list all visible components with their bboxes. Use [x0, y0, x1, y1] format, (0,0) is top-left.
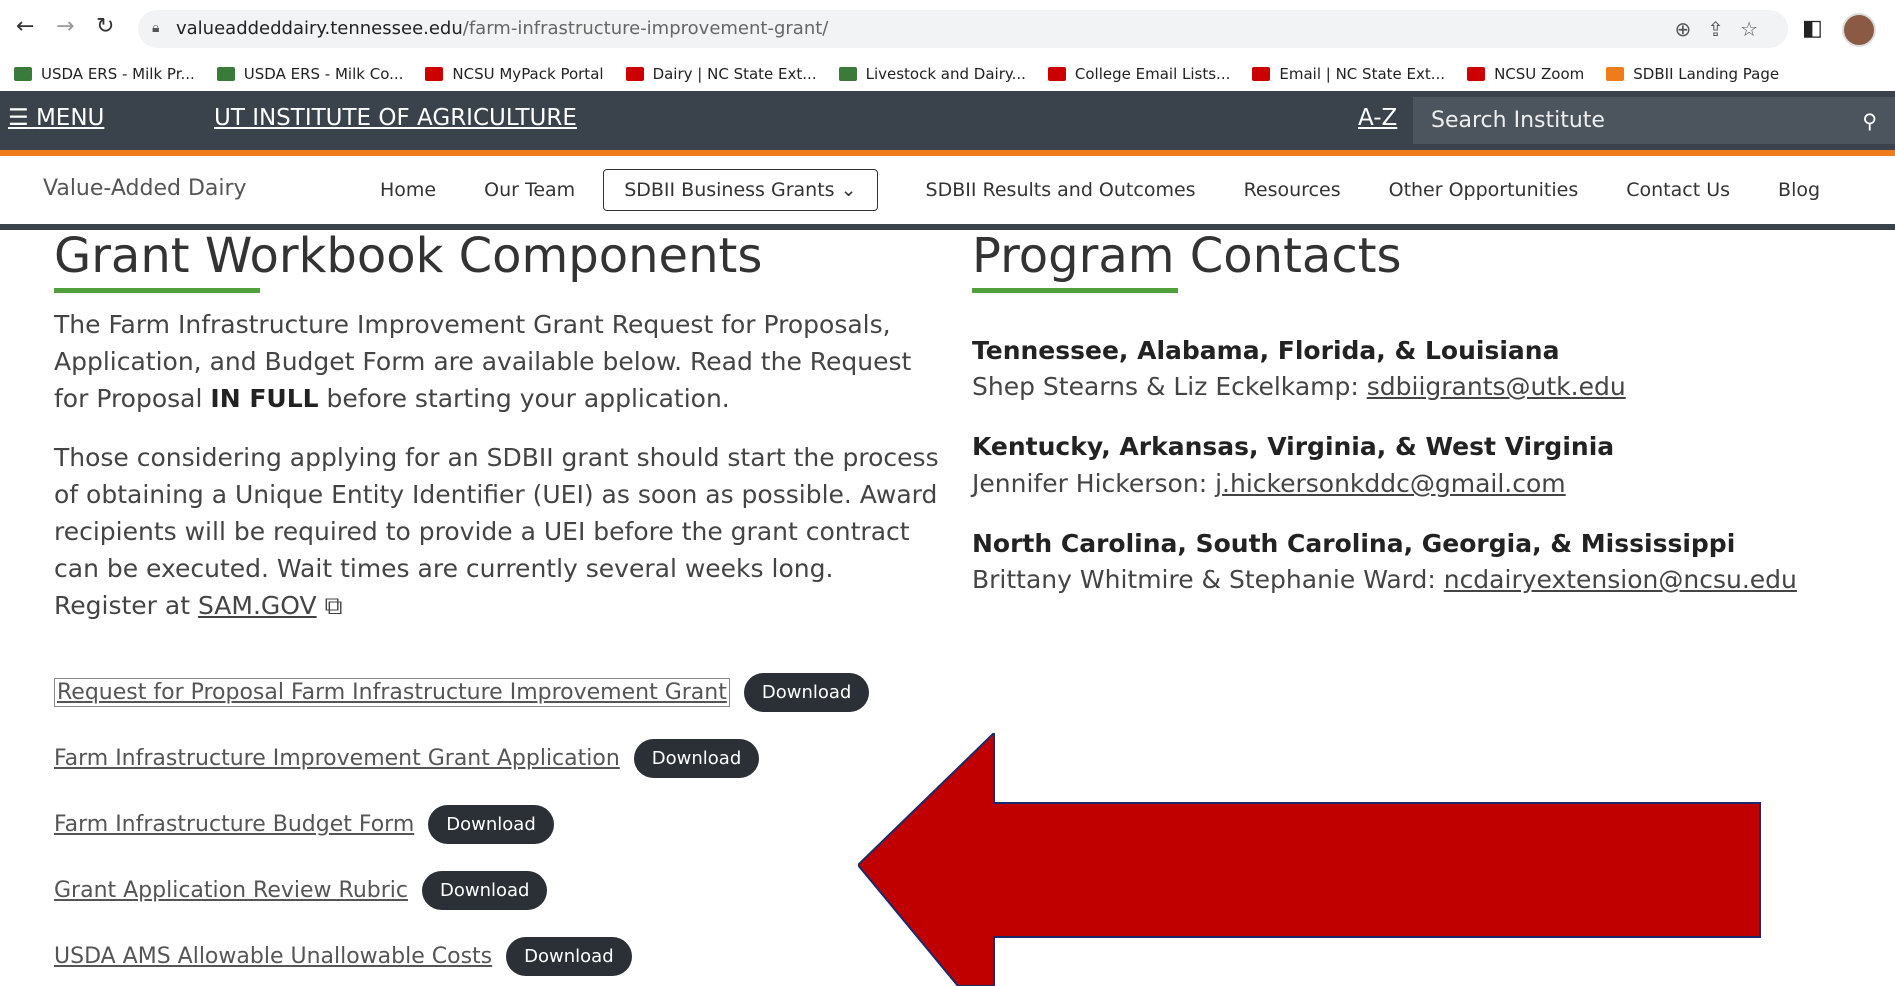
- bookmark[interactable]: SDBII Landing Page: [1606, 65, 1779, 83]
- url-text[interactable]: valueaddeddairy.tennessee.edu/farm-infra…: [176, 18, 828, 39]
- intro-paragraph: The Farm Infrastructure Improvement Gran…: [54, 310, 912, 413]
- hamburger-icon: ☰: [8, 105, 29, 131]
- zoom-icon[interactable]: ⊕: [1675, 17, 1708, 41]
- contact-region: Kentucky, Arkansas, Virginia, & West Vir…: [972, 432, 1615, 461]
- sam-gov-link[interactable]: SAM.GOV: [198, 591, 317, 620]
- costs-link[interactable]: USDA AMS Allowable Unallowable Costs: [54, 944, 492, 969]
- bookmark[interactable]: USDA ERS - Milk Co...: [216, 65, 403, 83]
- wolf-icon: [1047, 67, 1066, 81]
- external-link-icon: ⧉: [316, 591, 343, 620]
- contact-people: Shep Stearns & Liz Eckelkamp: sdbiigrant…: [972, 372, 1626, 401]
- search-placeholder: Search Institute: [1431, 108, 1605, 133]
- heading-underline: [972, 288, 1178, 293]
- usda-icon: [838, 67, 857, 81]
- download-row: USDA AMS Allowable Unallowable Costs Dow…: [54, 937, 632, 976]
- contact-region: Tennessee, Alabama, Florida, & Louisiana: [972, 336, 1560, 365]
- usda-icon: [14, 67, 32, 81]
- rfp-link[interactable]: Request for Proposal Farm Infrastructure…: [54, 678, 730, 707]
- download-row: Grant Application Review Rubric Download: [54, 871, 548, 910]
- nav-results-outcomes[interactable]: SDBII Results and Outcomes: [926, 179, 1196, 201]
- lock-icon: 🔒︎: [152, 20, 160, 36]
- budget-form-link[interactable]: Farm Infrastructure Budget Form: [54, 812, 414, 837]
- contacts-heading: Program Contacts: [972, 228, 1402, 284]
- nav-other-opportunities[interactable]: Other Opportunities: [1389, 179, 1579, 201]
- nav-sdbii-business-grants[interactable]: SDBII Business Grants ⌄: [603, 169, 878, 211]
- menu-button[interactable]: ☰ MENU: [8, 105, 104, 131]
- bookmark[interactable]: NCSU MyPack Portal: [425, 65, 604, 83]
- star-icon[interactable]: ☆: [1740, 17, 1774, 41]
- usda-icon: [216, 67, 235, 81]
- uei-paragraph: Those considering applying for an SDBII …: [54, 443, 939, 620]
- workbook-heading: Grant Workbook Components: [54, 228, 763, 284]
- share-icon[interactable]: ⇪: [1707, 17, 1740, 41]
- email-link[interactable]: j.hickersonkddc@gmail.com: [1215, 469, 1566, 498]
- contact-people: Brittany Whitmire & Stephanie Ward: ncda…: [972, 565, 1797, 594]
- wolf-icon: [1467, 67, 1486, 81]
- contact-region: North Carolina, South Carolina, Georgia,…: [972, 529, 1736, 558]
- site-navigation: Value-Added Dairy Home Our Team SDBII Bu…: [0, 156, 1895, 230]
- institute-topbar: ☰ MENU UT INSTITUTE OF AGRICULTURE A-Z S…: [0, 91, 1895, 150]
- bookmark[interactable]: College Email Lists...: [1047, 65, 1230, 83]
- address-bar[interactable]: 🔒︎ valueaddeddairy.tennessee.edu/farm-in…: [138, 10, 1788, 48]
- bookmarks-bar: USDA ERS - Milk Pr... USDA ERS - Milk Co…: [0, 57, 1895, 91]
- nav-our-team[interactable]: Our Team: [484, 179, 575, 201]
- bookmark[interactable]: NCSU Zoom: [1467, 65, 1584, 83]
- search-icon[interactable]: ⚲: [1862, 109, 1877, 133]
- nav-blog[interactable]: Blog: [1778, 179, 1820, 201]
- browser-toolbar: ← → ↻ 🔒︎ valueaddeddairy.tennessee.edu/f…: [0, 0, 1895, 57]
- bookmark[interactable]: USDA ERS - Milk Pr...: [14, 65, 195, 83]
- download-row: Farm Infrastructure Budget Form Download: [54, 805, 554, 844]
- rubric-link[interactable]: Grant Application Review Rubric: [54, 878, 408, 903]
- bookmark[interactable]: Email | NC State Ext...: [1252, 65, 1445, 83]
- application-link[interactable]: Farm Infrastructure Improvement Grant Ap…: [54, 746, 620, 771]
- side-panel-icon[interactable]: ◧: [1802, 16, 1823, 41]
- ut-icon: [1606, 67, 1625, 81]
- red-arrow-annotation: [858, 733, 1761, 986]
- ncsu-icon: [425, 67, 444, 81]
- site-title[interactable]: Value-Added Dairy: [43, 176, 247, 201]
- nav-home[interactable]: Home: [380, 179, 436, 201]
- download-button[interactable]: Download: [743, 673, 870, 712]
- download-row: Request for Proposal Farm Infrastructure…: [54, 673, 870, 712]
- back-icon[interactable]: ←: [16, 14, 34, 39]
- ncsu-icon: [1252, 67, 1271, 81]
- download-button[interactable]: Download: [633, 739, 760, 778]
- forward-icon[interactable]: →: [56, 14, 74, 39]
- heading-underline: [54, 288, 260, 293]
- contact-people: Jennifer Hickerson: j.hickersonkddc@gmai…: [972, 469, 1566, 498]
- download-button[interactable]: Download: [506, 937, 632, 976]
- a-z-link[interactable]: A-Z: [1358, 105, 1397, 131]
- search-input[interactable]: Search Institute ⚲: [1413, 97, 1895, 144]
- download-button[interactable]: Download: [422, 871, 548, 910]
- ncsu-icon: [625, 67, 644, 81]
- bookmark[interactable]: Livestock and Dairy...: [838, 65, 1026, 83]
- address-bar-icons[interactable]: ⊕⇪☆: [1675, 17, 1774, 41]
- download-row: Farm Infrastructure Improvement Grant Ap…: [54, 739, 760, 778]
- chevron-down-icon: ⌄: [840, 179, 857, 201]
- bookmark[interactable]: Dairy | NC State Ext...: [625, 65, 817, 83]
- reload-icon[interactable]: ↻: [96, 14, 114, 39]
- nav-contact-us[interactable]: Contact Us: [1626, 179, 1730, 201]
- download-button[interactable]: Download: [428, 805, 554, 844]
- email-link[interactable]: ncdairyextension@ncsu.edu: [1444, 565, 1797, 594]
- email-link[interactable]: sdbiigrants@utk.edu: [1367, 372, 1626, 401]
- institute-link[interactable]: UT INSTITUTE OF AGRICULTURE: [214, 105, 577, 131]
- nav-resources[interactable]: Resources: [1244, 179, 1341, 201]
- avatar[interactable]: [1842, 13, 1876, 47]
